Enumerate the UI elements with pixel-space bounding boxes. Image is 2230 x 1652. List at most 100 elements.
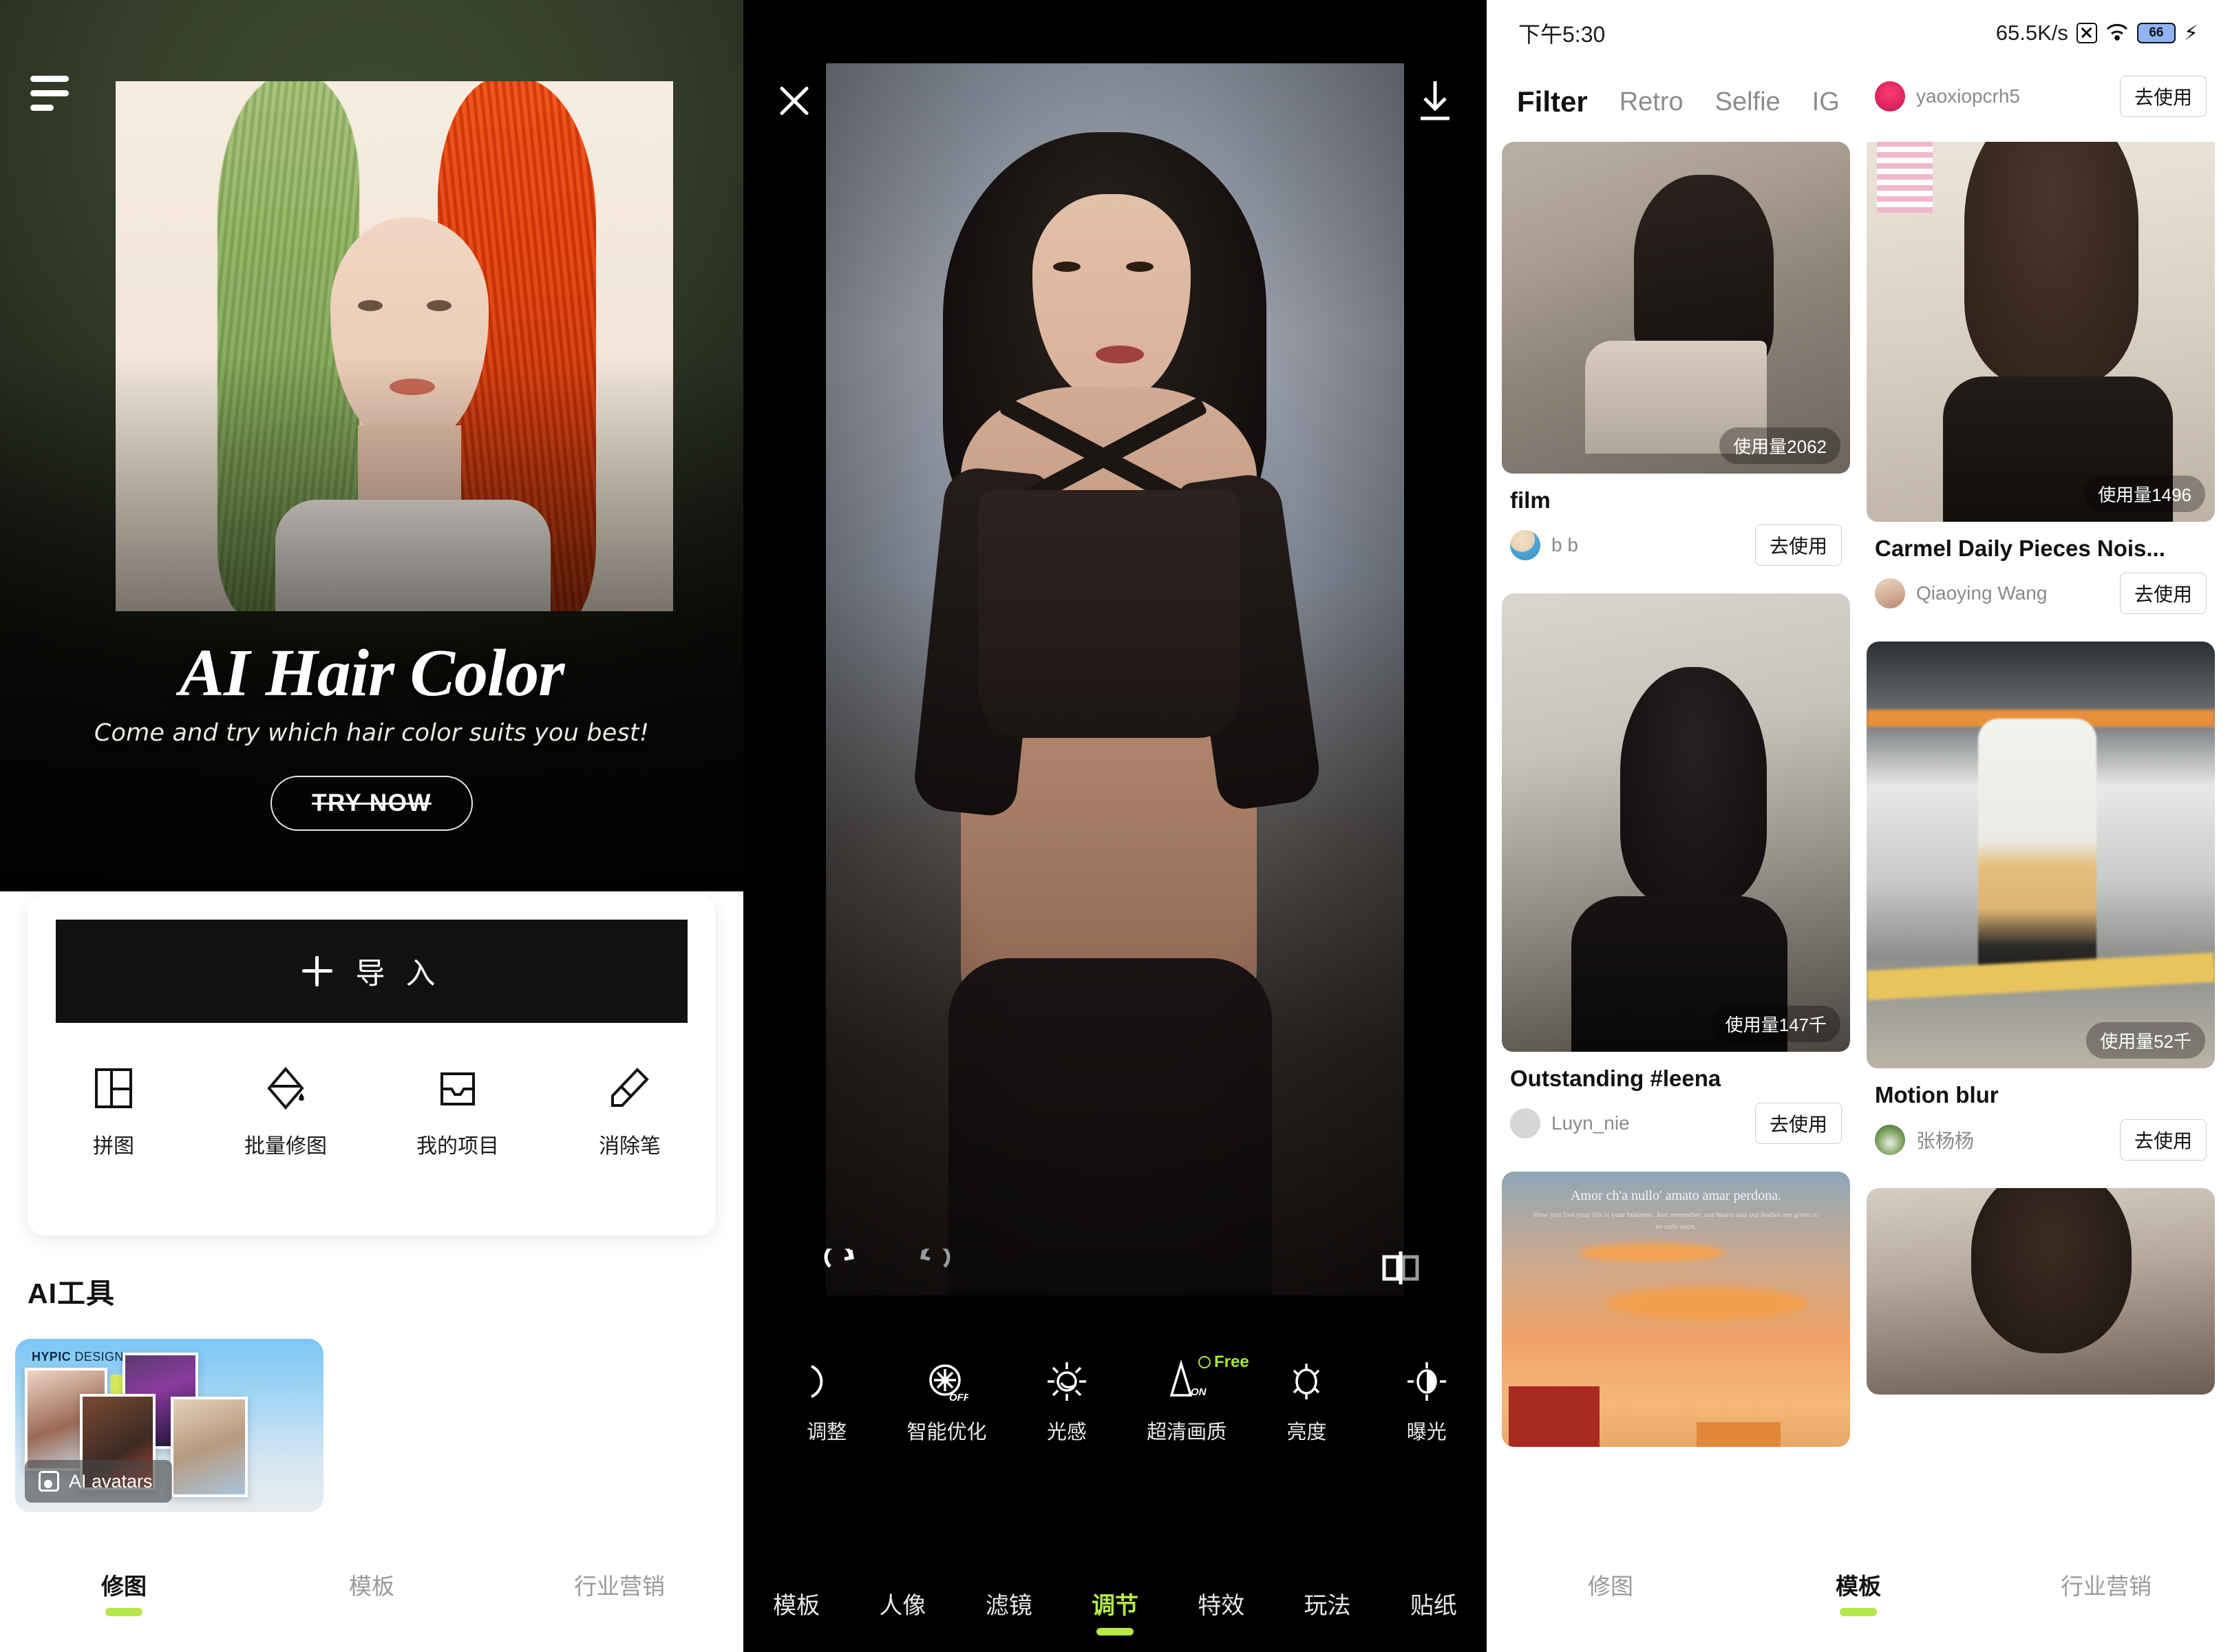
tab-play[interactable]: 玩法 — [1304, 1587, 1351, 1635]
nav-label: 模板 — [1836, 1574, 1881, 1599]
quick-tools-row: 拼图 批量修图 我的项目 消除笔 — [28, 1066, 716, 1159]
tool-label: 智能优化 — [906, 1421, 987, 1443]
hero-banner[interactable]: AI Hair Color Come and try which hair co… — [0, 0, 743, 891]
exposure-icon — [1405, 1359, 1449, 1404]
adjust-tool-row: 调整 OFF 智能优化 光感 Free ON 超清画质 亮度 曝光 — [743, 1353, 1487, 1497]
tool-batch-edit[interactable]: 批量修图 — [200, 1066, 372, 1159]
usage-count: 使用量1496 — [2084, 476, 2205, 512]
author-name: 张杨杨 — [1916, 1130, 1975, 1152]
avatar-thumb — [171, 1397, 248, 1497]
undo-redo-bar — [743, 1232, 1487, 1308]
hero-subtitle: Come and try which hair color suits you … — [94, 719, 650, 747]
usage-count: 使用量147千 — [1711, 1006, 1840, 1042]
tab-effects[interactable]: 特效 — [1198, 1587, 1244, 1635]
tool-eraser-pen[interactable]: 消除笔 — [544, 1066, 716, 1159]
feed-column-left: 使用量2062 film b b 去使用 使用量147千 Outstanding… — [1502, 142, 1850, 1462]
feed-column-right: 使用量1496 Carmel Daily Pieces Nois... Qiao… — [1867, 142, 2215, 1410]
brightness-icon — [1284, 1359, 1328, 1404]
avatar — [1875, 578, 1905, 608]
close-icon[interactable] — [775, 81, 814, 120]
template-title: film — [1510, 487, 1551, 513]
redo-icon[interactable] — [914, 1243, 954, 1289]
tool-my-projects[interactable]: 我的项目 — [372, 1066, 544, 1159]
template-preview-image — [1867, 142, 2215, 522]
tab-ig[interactable]: IG — [1812, 87, 1840, 117]
tool-auto-enhance[interactable]: OFF 智能优化 — [886, 1359, 1006, 1445]
batch-edit-icon — [263, 1066, 308, 1111]
nav-item-industry-marketing[interactable]: 行业营销 — [1982, 1568, 2230, 1601]
nav-item-industry-marketing[interactable]: 行业营销 — [496, 1568, 743, 1601]
use-button[interactable]: 去使用 — [1754, 1103, 1842, 1144]
nav-label: 行业营销 — [574, 1574, 665, 1599]
tool-label: 亮度 — [1286, 1421, 1327, 1443]
tool-label: 光感 — [1046, 1421, 1087, 1443]
tool-label: 调整 — [807, 1421, 847, 1443]
hd-quality-on-icon: ON — [1165, 1359, 1209, 1404]
battery-level: 66 — [2149, 25, 2164, 40]
author-name: Luyn_nie — [1551, 1112, 1630, 1134]
partial-card-footer[interactable]: yaoxiopcrh5 去使用 — [1867, 67, 2215, 125]
tab-filter[interactable]: 滤镜 — [986, 1587, 1032, 1635]
template-title: Motion blur — [1875, 1082, 1999, 1108]
status-time: 下午5:30 — [1518, 22, 1606, 47]
svg-text:ON: ON — [1191, 1386, 1207, 1398]
compare-split-icon[interactable] — [1381, 1247, 1421, 1287]
download-icon[interactable] — [1415, 80, 1455, 123]
use-button[interactable]: 去使用 — [2119, 76, 2207, 117]
tool-light-sense[interactable]: 光感 — [1007, 1359, 1127, 1445]
template-card[interactable]: 使用量2062 film b b 去使用 — [1502, 142, 1850, 578]
section-title-ai-tools: AI工具 — [28, 1278, 115, 1309]
hamburger-menu-icon[interactable] — [30, 76, 69, 119]
template-feed[interactable]: 使用量2062 film b b 去使用 使用量147千 Outstanding… — [1487, 142, 2230, 1549]
avatar — [1875, 1125, 1905, 1155]
status-bar: 下午5:30 65.5K/s 66 ⚡ — [1487, 0, 2230, 66]
template-preview-image: Amor ch'a nullo' amato amar perdona. How… — [1502, 1172, 1850, 1447]
nav-item-templates[interactable]: 模板 — [1734, 1568, 1982, 1601]
hero-photo — [116, 81, 673, 611]
plus-icon — [301, 956, 332, 986]
undo-icon[interactable] — [820, 1243, 860, 1289]
bolt-icon: ⚡ — [2183, 21, 2198, 45]
collage-icon — [91, 1066, 136, 1111]
tab-adjust[interactable]: 调节 — [1092, 1587, 1138, 1635]
nav-label: 修图 — [1588, 1574, 1633, 1599]
template-preview-image — [1867, 642, 2215, 1068]
nav-item-retouch[interactable]: 修图 — [1487, 1568, 1734, 1601]
template-card[interactable]: 使用量147千 Outstanding #leena Luyn_nie 去使用 — [1502, 593, 1850, 1156]
tab-retro[interactable]: Retro — [1620, 87, 1684, 117]
template-card[interactable] — [1867, 1188, 2215, 1395]
import-button[interactable]: 导 入 — [56, 920, 688, 1023]
use-button[interactable]: 去使用 — [2119, 573, 2207, 614]
nav-label: 行业营销 — [2061, 1574, 2152, 1599]
template-card[interactable]: Amor ch'a nullo' amato amar perdona. How… — [1502, 1172, 1850, 1447]
editor-tab-bar: 模板 人像 滤镜 调节 特效 玩法 贴纸 — [743, 1587, 1487, 1635]
tool-hd-quality[interactable]: Free ON 超清画质 — [1127, 1353, 1249, 1445]
tool-label: 曝光 — [1406, 1421, 1447, 1443]
ai-avatars-card[interactable]: HYPIC DESIGN AI avatars — [15, 1339, 323, 1512]
nav-item-templates[interactable]: 模板 — [248, 1568, 496, 1601]
template-card[interactable]: 使用量1496 Carmel Daily Pieces Nois... Qiao… — [1867, 142, 2215, 626]
nav-item-retouch[interactable]: 修图 — [0, 1568, 248, 1601]
tool-label: 批量修图 — [244, 1135, 327, 1158]
tab-selfie[interactable]: Selfie — [1715, 87, 1781, 117]
template-card[interactable]: 使用量52千 Motion blur 张杨杨 去使用 — [1867, 642, 2215, 1173]
avatar-sparkle-icon — [39, 1471, 59, 1492]
tab-filter[interactable]: Filter — [1517, 85, 1588, 118]
use-button[interactable]: 去使用 — [2119, 1119, 2207, 1161]
try-now-button[interactable]: TRY NOW — [270, 776, 473, 831]
tab-templates[interactable]: 模板 — [773, 1587, 820, 1635]
template-preview-image — [1502, 142, 1850, 474]
tool-exposure[interactable]: 曝光 — [1367, 1359, 1487, 1445]
editor-canvas[interactable] — [826, 63, 1404, 1295]
tool-label: 拼图 — [93, 1135, 134, 1158]
panel-template-feed: 下午5:30 65.5K/s 66 ⚡ Filter Retro Selfie … — [1487, 0, 2230, 1652]
my-projects-icon — [435, 1066, 480, 1111]
use-button[interactable]: 去使用 — [1754, 525, 1842, 566]
tab-sticker[interactable]: 贴纸 — [1410, 1587, 1457, 1635]
tool-collage[interactable]: 拼图 — [28, 1066, 200, 1159]
ai-avatars-label: AI avatars — [69, 1470, 153, 1492]
tab-portrait[interactable]: 人像 — [879, 1587, 926, 1635]
free-label: Free — [1213, 1353, 1249, 1371]
tool-adjust[interactable]: 调整 — [767, 1359, 886, 1445]
tool-brightness[interactable]: 亮度 — [1246, 1359, 1366, 1445]
